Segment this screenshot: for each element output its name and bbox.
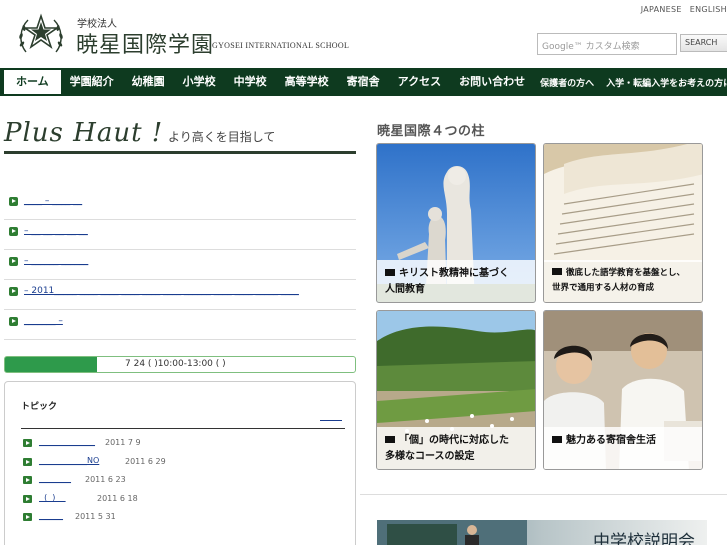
news-link[interactable]: _______ – [24,316,63,326]
logo-english: GYOSEI INTERNATIONAL SCHOOL [212,41,350,50]
pillar-line1: 魅力ある寄宿舎生活 [566,435,656,446]
arrow-bullet-icon [552,436,562,443]
arrow-bullet-icon [9,257,18,266]
pillar-card-diverse-courses[interactable]: 「個」の時代に対応した 多様なコースの設定 [376,310,536,470]
topic-date: 2011 5 31 [75,512,116,521]
tagline-banner: Plus Haut ! より高くを目指して [4,118,356,154]
main-nav: ホーム 学園紹介 幼稚園 小学校 中学校 高等学校 寄宿舎 アクセス お問い合わ… [0,68,727,96]
news-link[interactable]: – __ __ __ __ __ [24,226,88,236]
topic-date: 2011 6 29 [125,457,166,466]
news-item: – ______ ______ [4,250,356,280]
nav-home[interactable]: ホーム [4,70,61,94]
nav-parents[interactable]: 保護者の方へ [534,76,600,89]
pillar-line2: 世界で通用する人材の育成 [552,283,655,293]
site-header: 学校法人 暁星国際学園 GYOSEI INTERNATIONAL SCHOOL … [0,0,727,68]
topic-link[interactable]: ______________ [39,437,95,446]
news-link[interactable]: – 2011_____ ____ ____ ____ ____ ____ ___… [24,286,299,296]
nav-contact[interactable]: お問い合わせ [450,68,534,96]
topics-panel: トピック ______________ 2011 7 9 ___________… [4,381,356,545]
nav-kindergarten[interactable]: 幼稚園 [123,68,174,96]
logo-title[interactable]: 暁星国際学園 [76,27,214,59]
news-item: ____ – ____ __ [4,190,356,220]
pillar-line1: 「個」の時代に対応した [399,435,509,446]
search-input[interactable]: Google™ カスタム検索 [537,33,677,55]
pillar-line2: 人間教育 [385,284,425,295]
arrow-bullet-icon [9,197,18,206]
pillars-title: 暁星国際４つの柱 [377,124,486,139]
arrow-bullet-icon [23,513,32,521]
banner-title: 中学校説明会 [593,532,695,545]
event-text: 7 24 ( )10:00-13:00 ( ) [125,359,226,369]
arrow-bullet-icon [9,287,18,296]
pillar-card-dormitory-life[interactable]: 魅力ある寄宿舎生活 [543,310,703,470]
pillar-caption: 「個」の時代に対応した 多様なコースの設定 [377,427,535,469]
classroom-photo-icon [377,520,527,545]
topic-link[interactable]: ____________NO [39,456,99,465]
arrow-bullet-icon [23,495,32,503]
arrow-bullet-icon [23,458,32,466]
nav-about[interactable]: 学園紹介 [61,68,123,96]
arrow-bullet-icon [23,439,32,447]
pillar-caption: キリスト教精神に基づく 人間教育 [377,260,535,302]
nav-elementary[interactable]: 小学校 [174,68,225,96]
news-item: – 2011_____ ____ ____ ____ ____ ____ ___… [4,280,356,310]
topic-link[interactable]: ______ [39,511,63,520]
topics-more-link[interactable] [320,412,342,421]
arrow-bullet-icon [385,269,395,276]
nav-junior-high[interactable]: 中学校 [225,68,276,96]
news-link[interactable]: – ______ ______ [24,256,88,266]
lang-english-link[interactable]: ENGLISH [690,5,727,14]
search-button[interactable]: SEARCH [680,34,727,52]
news-item: – __ __ __ __ __ [4,220,356,250]
event-banner[interactable]: 7 24 ( )10:00-13:00 ( ) [4,356,356,373]
news-link[interactable]: ____ – ____ __ [24,196,82,206]
nav-access[interactable]: アクセス [389,68,450,96]
pillar-line1: 徹底した語学教育を基盤とし、 [566,268,686,278]
topics-divider [21,428,345,429]
pillar-line2: 多様なコースの設定 [385,451,475,462]
school-emblem-icon[interactable] [16,12,66,58]
pillar-caption: 徹底した語学教育を基盤とし、 世界で通用する人材の育成 [544,260,702,302]
arrow-bullet-icon [9,227,18,236]
junior-high-info-banner[interactable]: 中学校説明会 [377,520,707,545]
lang-japanese-link[interactable]: JAPANESE [641,5,682,14]
arrow-bullet-icon [385,436,395,443]
topic-date: 2011 7 9 [105,438,141,447]
topic-link[interactable]: ________ [39,474,71,483]
language-links: JAPANESE ENGLISH [633,5,727,14]
pillar-card-christian-education[interactable]: キリスト教精神に基づく 人間教育 [376,143,536,303]
pillar-card-language-education[interactable]: 徹底した語学教育を基盤とし、 世界で通用する人材の育成 [543,143,703,303]
news-list: ____ – ____ __ – __ __ __ __ __ – ______… [4,190,356,340]
arrow-bullet-icon [552,268,562,275]
pillar-caption: 魅力ある寄宿舎生活 [544,427,702,469]
nav-dormitory[interactable]: 寄宿舎 [338,68,389,96]
arrow-bullet-icon [9,317,18,326]
topic-date: 2011 6 23 [85,475,126,484]
tagline-japanese: より高くを目指して [168,130,276,144]
section-divider [360,494,727,495]
pillar-line1: キリスト教精神に基づく [399,268,509,279]
arrow-bullet-icon [23,476,32,484]
news-item: _______ – [4,310,356,340]
topic-date: 2011 6 18 [97,494,138,503]
topic-link[interactable]: ( ) [39,493,66,502]
tagline-script: Plus Haut ! [4,118,164,148]
topics-title: トピック [21,402,58,412]
nav-high-school[interactable]: 高等学校 [276,68,338,96]
nav-admissions[interactable]: 入学・転編入学をお考えの方に [600,76,727,89]
